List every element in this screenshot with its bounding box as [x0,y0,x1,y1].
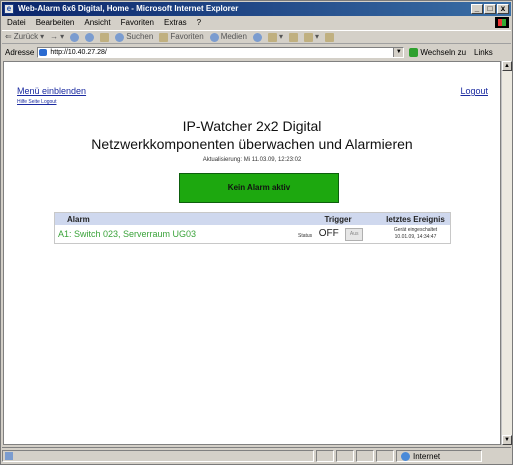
page-status-icon [5,452,13,460]
go-label: Wechseln zu [420,48,467,57]
menu-show-link[interactable]: Menü einblenden [17,86,86,96]
discuss-icon [324,32,334,42]
home-button[interactable] [97,32,112,42]
globe-icon [401,451,410,461]
back-arrow-icon: ⇐ [5,32,12,41]
update-timestamp: Aktualisierung: Mi 11.03.09, 12:23:02 [202,157,302,163]
window-controls: _ □ x [471,4,509,14]
history-icon [252,32,262,42]
edit-icon [303,32,313,42]
event-timestamp: 10.01.09, 14:34:47 [394,234,437,240]
table-row: A1: Switch 023, Serverraum UG03 Status O… [55,225,450,243]
print-button[interactable] [286,32,301,42]
refresh-button[interactable] [82,32,97,42]
home-icon [100,32,110,42]
zone-label: Internet [413,451,441,461]
menu-favoriten[interactable]: Favoriten [116,17,159,29]
address-value: http://10.40.27.28/ [50,49,107,56]
favorites-button[interactable]: Favoriten [156,30,206,44]
print-icon [288,32,298,42]
security-zone: Internet [396,450,482,462]
address-dropdown-icon[interactable]: ▼ [393,48,404,57]
go-button[interactable]: Wechseln zu [409,45,466,60]
back-dropdown-icon: ▾ [40,32,45,41]
favorites-label: Favoriten [170,32,204,41]
browser-window: e Web-Alarm 6x6 Digital, Home - Microsof… [0,0,513,465]
alarm-status-box: Kein Alarm aktiv [179,173,339,203]
refresh-icon [85,32,95,42]
menu-help[interactable]: ? [192,17,206,29]
edit-dropdown-icon: ▾ [314,32,319,41]
menu-bar: Datei Bearbeiten Ansicht Favoriten Extra… [2,17,511,29]
address-input[interactable]: http://10.40.27.28/ ▼ [37,47,405,58]
event-description: Gerät eingeschaltet [393,227,438,233]
title-bar: e Web-Alarm 6x6 Digital, Home - Microsof… [2,2,511,16]
forward-arrow-icon: → [50,32,59,41]
links-button[interactable]: Links [474,45,493,60]
forward-dropdown-icon: ▾ [60,32,65,41]
status-cell [316,450,334,462]
last-event-cell: Gerät eingeschaltet 10.01.09, 14:34:47 [381,225,450,243]
back-button[interactable]: ⇐ Zurück ▾ [2,30,47,44]
back-label: Zurück [13,32,39,41]
alarm-name: A1: Switch 023, Serverraum UG03 [55,225,295,243]
trigger-value: OFF [318,228,339,240]
media-icon [209,32,219,42]
go-arrow-icon [409,48,419,57]
maximize-button[interactable]: □ [484,4,496,14]
status-cell [376,450,394,462]
page-viewport: Menü einblenden Hilfe Seite Logout Logou… [3,61,501,445]
stop-button[interactable] [67,32,82,42]
trigger-cell: Status OFF Aus [295,225,381,243]
last-event-header: letztes Ereignis [381,213,450,225]
minimize-button[interactable]: _ [471,4,483,14]
mail-dropdown-icon: ▾ [278,32,283,41]
stop-icon [70,32,80,42]
media-button[interactable]: Medien [207,30,250,44]
status-bar: Internet [2,447,511,464]
history-button[interactable] [250,32,265,42]
alarm-table: Alarm Trigger letztes Ereignis A1: Switc… [55,213,450,243]
page-subtitle: Netzwerkkomponenten überwachen und Alarm… [91,136,413,152]
status-cell [356,450,374,462]
logout-link[interactable]: Logout [460,86,488,96]
forward-button[interactable]: → ▾ [47,30,67,44]
page-icon [39,49,48,56]
status-cell [336,450,354,462]
status-message [2,450,314,462]
address-bar: Adresse http://10.40.27.28/ ▼ Wechseln z… [2,45,511,60]
window-title: Web-Alarm 6x6 Digital, Home - Microsoft … [18,4,239,13]
ie-icon: e [4,4,14,14]
scroll-down-icon[interactable]: ▼ [502,435,512,445]
menu-extras[interactable]: Extras [159,17,192,29]
menu-datei[interactable]: Datei [2,17,31,29]
windows-logo-icon [495,17,509,28]
mail-icon [267,32,277,42]
close-button[interactable]: x [497,4,509,14]
menu-bearbeiten[interactable]: Bearbeiten [31,17,80,29]
help-links[interactable]: Hilfe Seite Logout [17,99,56,105]
search-icon [115,32,125,42]
search-button[interactable]: Suchen [112,30,156,44]
trigger-toggle-button[interactable]: Aus [345,227,364,241]
alarm-name-label: A1: Switch 023, Serverraum UG03 [58,229,197,239]
address-label: Adresse [5,48,35,57]
alarm-header: Alarm [55,213,295,225]
search-label: Suchen [126,32,154,41]
mail-button[interactable]: ▾ [265,30,286,44]
toolbar: ⇐ Zurück ▾ → ▾ Suchen Favoriten Medien ▾ ▾ [2,30,511,44]
page-title: IP-Watcher 2x2 Digital [182,118,322,134]
media-label: Medien [220,32,247,41]
trigger-label: Status [298,232,313,239]
edit-button[interactable]: ▾ [301,30,322,44]
trigger-header: Trigger [295,213,381,225]
favorites-icon [159,32,169,42]
menu-ansicht[interactable]: Ansicht [79,17,115,29]
vertical-scrollbar[interactable]: ▲ ▼ [501,61,512,445]
discuss-button[interactable] [322,32,337,42]
scroll-up-icon[interactable]: ▲ [502,61,512,71]
